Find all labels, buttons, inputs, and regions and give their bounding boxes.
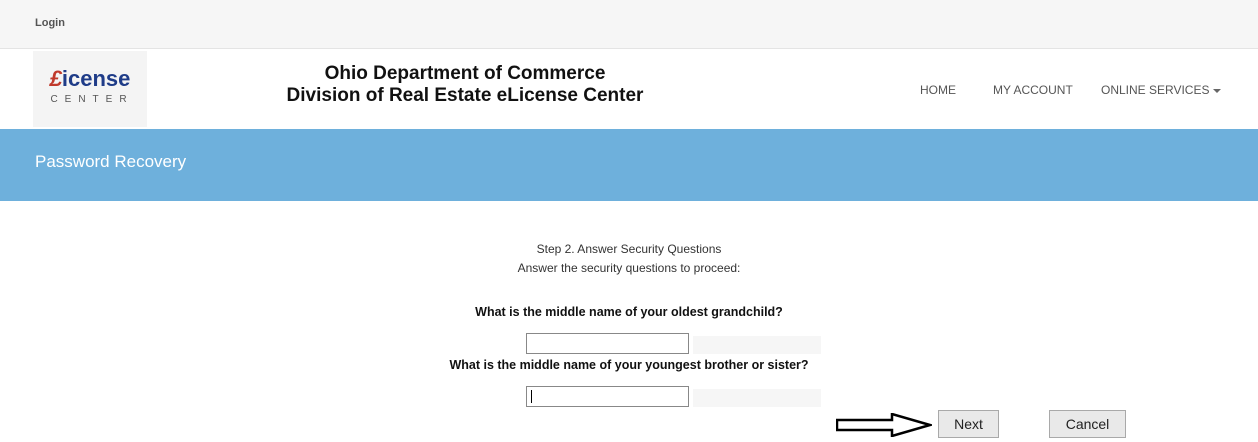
site-header: £icense CENTER Ohio Department of Commer… [0, 49, 1258, 129]
nav-my-account[interactable]: MY ACCOUNT [993, 83, 1073, 97]
instructions-text: Answer the security questions to proceed… [517, 261, 741, 275]
nav-online-services[interactable]: ONLINE SERVICES [1101, 83, 1222, 97]
next-button[interactable]: Next [938, 410, 999, 438]
cancel-button[interactable]: Cancel [1049, 410, 1126, 438]
nav-home[interactable]: HOME [920, 83, 956, 97]
security-question-2: What is the middle name of your youngest… [449, 358, 809, 372]
nav-online-services-label: ONLINE SERVICES [1101, 83, 1210, 97]
answer-2-hint-area [693, 389, 821, 407]
step-title: Step 2. Answer Security Questions [536, 242, 722, 256]
site-title-line1: Ohio Department of Commerce [324, 63, 606, 84]
top-utility-bar: Login [0, 0, 1258, 49]
security-question-1: What is the middle name of your oldest g… [475, 305, 783, 319]
logo-main-text: icense [61, 66, 131, 91]
page: Login £icense CENTER Ohio Department of … [0, 0, 1258, 442]
security-answer-1-input[interactable] [526, 333, 689, 354]
security-answer-2-input[interactable] [526, 386, 689, 407]
answer-1-hint-area [693, 336, 821, 354]
arrow-right-outline-icon [836, 413, 932, 437]
login-link[interactable]: Login [35, 17, 65, 29]
logo-subtext: CENTER [50, 94, 134, 105]
site-title-line2: Division of Real Estate eLicense Center [286, 85, 644, 106]
site-title: Ohio Department of Commerce Division of … [240, 63, 690, 107]
logo-prefix: £ [49, 66, 62, 91]
logo-wordmark: £icense [33, 66, 147, 92]
page-title: Password Recovery [35, 152, 187, 171]
elicense-center-logo[interactable]: £icense CENTER [33, 51, 147, 127]
caret-down-icon [1213, 88, 1222, 93]
page-banner: Password Recovery [0, 129, 1258, 201]
